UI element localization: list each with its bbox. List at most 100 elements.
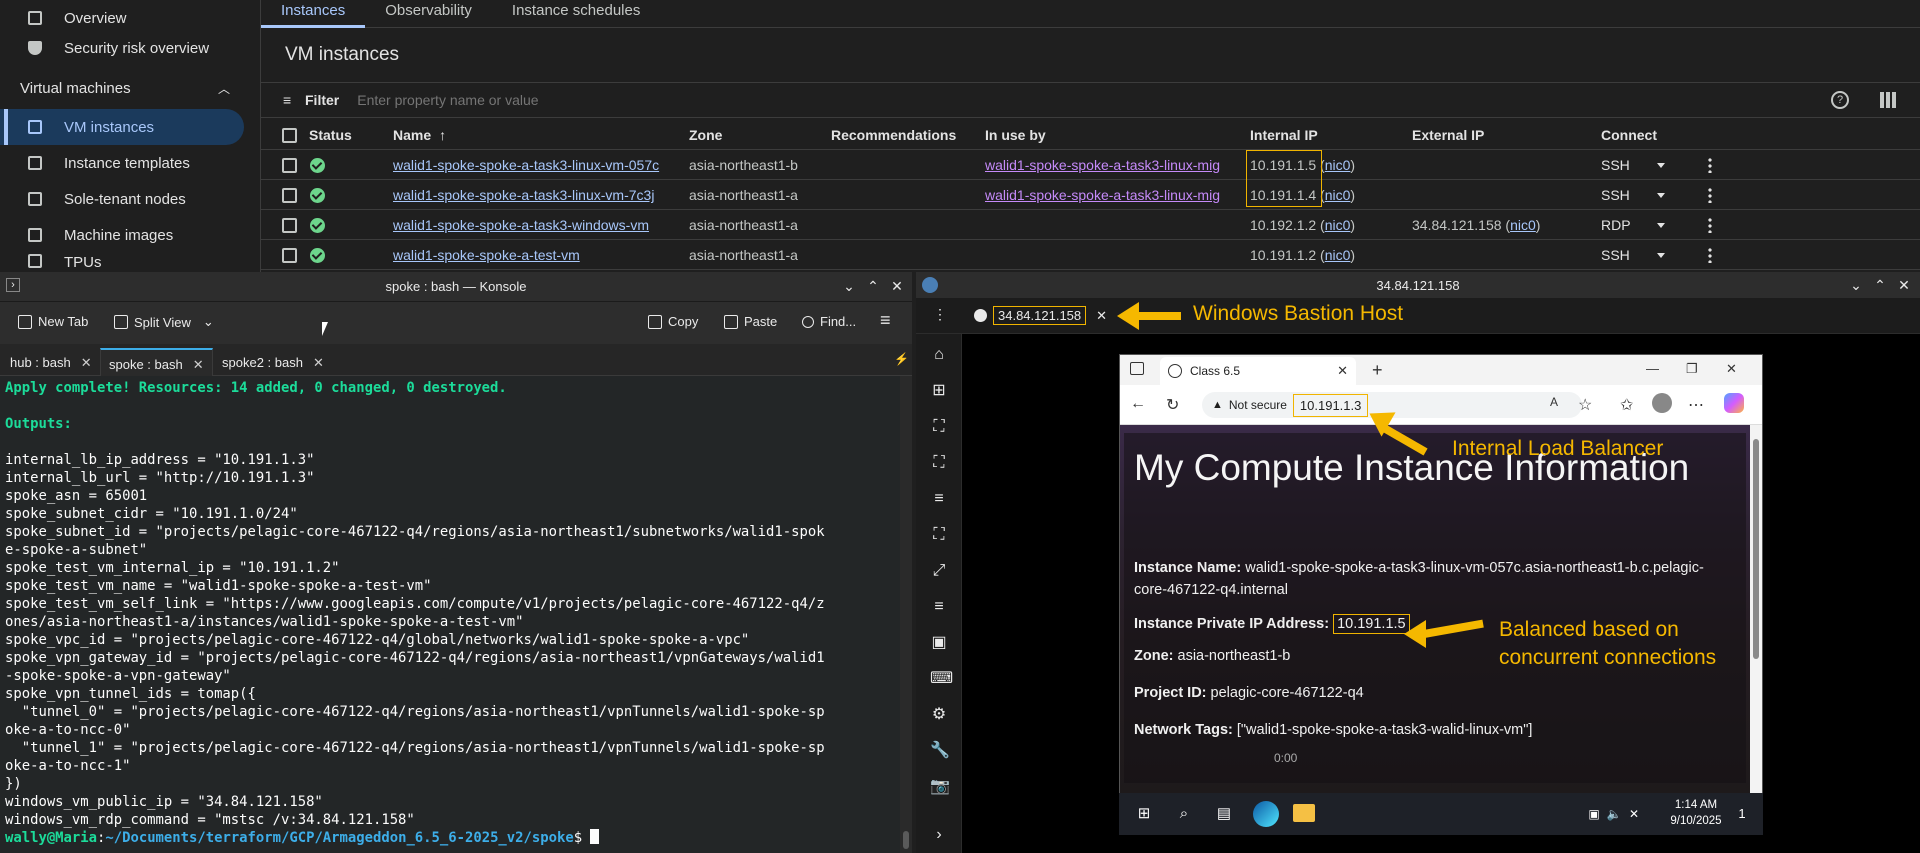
connect-button[interactable]: RDP <box>1601 210 1631 240</box>
new-tab-button[interactable]: New Tab <box>18 314 88 329</box>
browser-tab[interactable]: Class 6.5 ✕ <box>1160 357 1356 385</box>
col-name[interactable]: Name ↑ <box>393 120 446 150</box>
paste-button[interactable]: Paste <box>724 314 777 329</box>
read-aloud-icon[interactable]: A <box>1550 395 1558 409</box>
more-vertical-icon[interactable]: ⋮ <box>933 306 947 323</box>
sidebar-item-vm-instances[interactable]: VM instances <box>0 109 244 145</box>
close-icon[interactable]: ✕ <box>889 278 905 294</box>
sidebar-item-security-risk[interactable]: Security risk overview <box>0 30 244 66</box>
select-all-checkbox[interactable] <box>282 127 297 143</box>
volume-icon[interactable]: 🔈 <box>1603 803 1625 825</box>
vm-name-link[interactable]: walid1-spoke-spoke-a-task3-linux-vm-057c <box>393 150 659 180</box>
tab-menu-icon[interactable]: ⚡ <box>894 352 909 366</box>
windows-start-icon[interactable]: ⊞ <box>1133 803 1155 825</box>
sidebar-item-machine-images[interactable]: Machine images <box>0 217 244 253</box>
table-row[interactable]: walid1-spoke-spoke-a-task3-windows-vm asi… <box>261 210 1920 240</box>
close-icon[interactable]: ✕ <box>1896 277 1912 293</box>
nic-link[interactable]: nic0 <box>1325 187 1351 203</box>
keyboard-icon[interactable]: ⌨ <box>930 670 953 688</box>
row-actions[interactable] <box>1708 150 1712 180</box>
close-icon[interactable]: ✕ <box>1726 361 1737 377</box>
nic-link[interactable]: nic0 <box>1510 217 1536 233</box>
tab-instance-schedules[interactable]: Instance schedules <box>492 0 660 28</box>
settings-icon[interactable]: ⚙ <box>930 706 948 724</box>
notifications-icon[interactable]: 1 <box>1731 803 1753 825</box>
camera-icon[interactable]: 📷 <box>930 778 950 796</box>
sidebar-section-virtual-machines[interactable]: Virtual machines ︿ <box>20 80 230 97</box>
table-row[interactable]: walid1-spoke-spoke-a-test-vm asia-northea… <box>261 240 1920 270</box>
col-recommendations[interactable]: Recommendations <box>831 120 956 150</box>
tab-hub-bash[interactable]: hub : bash ✕ <box>2 348 100 376</box>
row-checkbox[interactable] <box>282 247 297 263</box>
col-external-ip[interactable]: External IP <box>1412 120 1484 150</box>
search-icon[interactable]: ⌕ <box>1173 803 1195 825</box>
minimize-icon[interactable]: — <box>1646 361 1659 376</box>
back-icon[interactable]: ← <box>1130 395 1146 413</box>
prompt-line[interactable]: wally@Maria:~/Documents/terraform/GCP/Ar… <box>5 829 900 847</box>
tab-actions-icon[interactable] <box>1130 362 1144 375</box>
connect-button[interactable]: SSH <box>1601 180 1630 210</box>
column-display-icon[interactable] <box>1880 92 1896 108</box>
col-connect[interactable]: Connect <box>1601 120 1657 150</box>
row-actions[interactable] <box>1708 240 1712 270</box>
close-tab-icon[interactable]: ✕ <box>1337 363 1348 379</box>
maximize-icon[interactable]: ❐ <box>1686 361 1698 377</box>
speaker-muted-icon[interactable]: ✕ <box>1623 803 1645 825</box>
vm-name-link[interactable]: walid1-spoke-spoke-a-task3-linux-vm-7c3j <box>393 180 654 210</box>
split-view-button[interactable]: Split View ⌄ <box>114 314 214 330</box>
connect-button[interactable]: SSH <box>1601 150 1630 180</box>
more-icon[interactable]: ⋯ <box>1688 395 1704 415</box>
row-checkbox[interactable] <box>282 217 297 233</box>
task-view-icon[interactable]: ▤ <box>1213 803 1235 825</box>
close-tab-icon[interactable]: ✕ <box>193 357 204 376</box>
terminal-output[interactable]: Apply complete! Resources: 14 added, 0 c… <box>0 376 900 853</box>
profile-avatar[interactable] <box>1652 393 1672 413</box>
sidebar-item-sole-tenant-nodes[interactable]: Sole-tenant nodes <box>0 181 244 217</box>
row-checkbox[interactable] <box>282 187 297 203</box>
tools-icon[interactable]: 🔧 <box>930 742 950 760</box>
connect-dropdown[interactable] <box>1657 180 1665 210</box>
minimize-icon[interactable]: ⌄ <box>841 278 857 294</box>
vm-name-link[interactable]: walid1-spoke-spoke-a-task3-windows-vm <box>393 210 649 240</box>
resize-icon[interactable]: ⤢ <box>930 562 948 580</box>
refresh-icon[interactable]: ↻ <box>1166 395 1179 415</box>
hamburger-menu-icon[interactable]: ≡ <box>880 310 891 331</box>
page-scrollbar[interactable] <box>1750 425 1762 793</box>
col-status[interactable]: Status <box>309 120 352 150</box>
sidebar-item-tpus[interactable]: TPUs <box>0 254 244 272</box>
copy-button[interactable]: Copy <box>648 314 698 329</box>
new-tab-icon[interactable]: + <box>1372 360 1383 381</box>
favorites-icon[interactable]: ✩ <box>1620 395 1633 415</box>
help-icon[interactable]: ? <box>1831 91 1849 109</box>
table-row[interactable]: walid1-spoke-spoke-a-task3-linux-vm-057c… <box>261 150 1920 180</box>
col-zone[interactable]: Zone <box>689 120 722 150</box>
menu-icon[interactable]: ≡ <box>930 490 948 508</box>
filter-button[interactable]: ≡ Filter <box>283 92 339 108</box>
rdp-connection-tab[interactable]: 34.84.121.158 ✕ <box>974 306 1107 325</box>
col-internal-ip[interactable]: Internal IP <box>1250 120 1318 150</box>
sidebar-item-instance-templates[interactable]: Instance templates <box>0 145 244 181</box>
edge-icon[interactable] <box>1253 801 1279 827</box>
table-row[interactable]: walid1-spoke-spoke-a-task3-linux-vm-7c3j… <box>261 180 1920 210</box>
copilot-icon[interactable] <box>1724 393 1744 413</box>
maximize-icon[interactable]: ⌃ <box>865 278 881 294</box>
file-explorer-icon[interactable] <box>1293 804 1315 822</box>
in-use-by-link[interactable]: walid1-spoke-spoke-a-task3-linux-mig <box>985 150 1220 180</box>
close-tab-icon[interactable]: ✕ <box>313 355 324 376</box>
fit-window-icon[interactable]: ⛶ <box>930 418 948 436</box>
network-icon[interactable]: ▣ <box>1583 803 1605 825</box>
connect-dropdown[interactable] <box>1657 240 1665 270</box>
multi-monitor-icon[interactable]: ▣ <box>930 634 948 652</box>
favorite-icon[interactable]: ☆ <box>1578 395 1592 415</box>
maximize-icon[interactable]: ⌃ <box>1872 277 1888 293</box>
tab-observability[interactable]: Observability <box>365 0 492 28</box>
connect-dropdown[interactable] <box>1657 210 1665 240</box>
connect-button[interactable]: SSH <box>1601 240 1630 270</box>
filter-input[interactable] <box>357 92 858 108</box>
tab-instances[interactable]: Instances <box>261 0 366 28</box>
connect-dropdown[interactable] <box>1657 150 1665 180</box>
find-button[interactable]: Find... <box>802 314 856 329</box>
add-connection-icon[interactable]: ⊞ <box>930 382 948 400</box>
terminal-scrollbar[interactable] <box>900 376 912 853</box>
minimize-icon[interactable]: ⌄ <box>1848 277 1864 293</box>
